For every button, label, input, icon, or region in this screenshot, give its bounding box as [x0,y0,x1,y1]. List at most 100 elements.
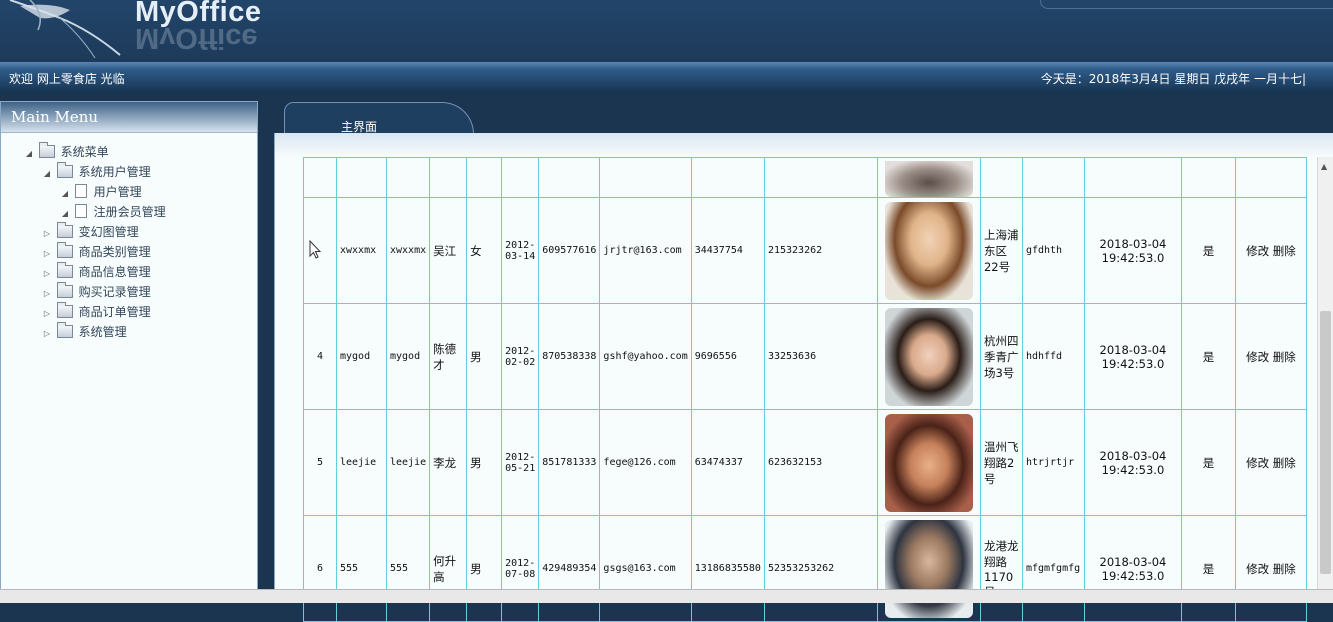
date-text: 今天是：2018年3月4日 星期日 戊戌年 一月十七| [1040,72,1306,86]
cell-username: leejie [336,409,387,516]
delete-link[interactable]: 删除 [1273,350,1296,364]
vertical-scrollbar[interactable]: ▲ ▼ [1317,157,1333,602]
cell-gender: 男 [466,515,503,622]
cell-password: xwxxmx [385,197,431,304]
edit-link[interactable]: 修改 [1246,350,1269,364]
cell-phone: 63474337 [690,409,765,516]
tree-item-system-management[interactable]: ▷ 系统管理 [41,322,127,343]
tree-item-category-management[interactable]: ▷ 商品类别管理 [41,242,151,263]
expand-toggle-icon[interactable]: ▷ [41,225,53,243]
mouse-pointer-icon [309,240,321,259]
cell-name: 吴江 [429,197,468,304]
main-content: xwxxmx xwxxmx 吴江 女 2012-03-14 609577616 … [274,133,1333,622]
scrollbar-thumb[interactable] [1320,311,1331,574]
tab-main[interactable]: 主界面 [284,102,474,134]
cell-mobile: 215323262 [763,197,878,304]
cell-name: 李龙 [429,409,468,516]
cell-qq: 870538338 [538,303,601,410]
delete-link[interactable]: 删除 [1273,244,1296,258]
cell-qq: 429489354 [538,515,601,622]
table-row: 6 555 555 何升高 男 2012-07-08 429489354 gsg… [303,515,1307,622]
expand-toggle-icon[interactable]: ▷ [41,285,53,303]
member-photo [884,413,973,512]
table-row: 4 mygod mygod 陈德才 男 2012-02-02 870538338… [303,303,1307,410]
collapse-toggle-icon[interactable]: ◢ [41,165,53,183]
tree-item-label: 用户管理 [93,185,142,199]
app-logo: MyOffice [135,0,262,28]
tree-item-label: 商品信息管理 [78,265,151,279]
member-table: xwxxmx xwxxmx 吴江 女 2012-03-14 609577616 … [303,157,1307,622]
cell-status: 是 [1180,197,1236,304]
cell-name: 陈德才 [429,303,468,410]
document-icon [74,184,87,198]
cell-address: 杭州四季青广场3号 [979,303,1023,410]
cell-username: xwxxmx [336,197,387,304]
cell-phone: 9696556 [690,303,765,410]
cell-username: mygod [336,303,387,410]
cell-time: 2018-03-04 19:42:53.0 [1083,197,1182,304]
collapse-toggle-icon[interactable]: ◢ [23,145,35,163]
cell-mobile: 33253636 [763,303,878,410]
member-photo [884,307,973,406]
scroll-up-icon[interactable]: ▲ [1321,162,1327,171]
tree-item-system-user-management[interactable]: ◢ 系统用户管理 [41,162,151,183]
tree-item-user-management[interactable]: ◢ 用户管理 [59,183,142,201]
cell-qq: 851781333 [538,409,601,516]
cell-time: 2018-03-04 19:42:53.0 [1083,515,1182,622]
tree-item-product-management[interactable]: ▷ 商品信息管理 [41,262,151,283]
browser-status-bar [0,589,1333,603]
tree-item-system-menu[interactable]: ◢ 系统菜单 [23,142,109,163]
cell-time: 2018-03-04 19:42:53.0 [1083,303,1182,410]
edit-link[interactable]: 修改 [1246,244,1269,258]
edit-link[interactable]: 修改 [1246,456,1269,470]
folder-icon [56,282,73,298]
info-bar: 欢迎 网上零食店 光临 今天是：2018年3月4日 星期日 戊戌年 一月十七| [0,62,1333,92]
cell-password: mygod [385,303,431,410]
tree-item-label: 系统菜单 [60,145,109,159]
cell-status: 是 [1180,409,1236,516]
cell-password: 555 [385,515,431,622]
cell-time: 2018-03-04 19:42:53.0 [1083,409,1182,516]
edit-link[interactable]: 修改 [1246,562,1269,576]
cell-address: 温州飞翔路2号 [979,409,1023,516]
main-menu-header: Main Menu [1,102,257,133]
expand-toggle-icon[interactable]: ▷ [41,245,53,263]
delete-link[interactable]: 删除 [1273,562,1296,576]
document-icon [74,204,87,218]
member-photo [884,201,973,300]
tree-item-label: 系统管理 [78,325,127,339]
content-top-bar [275,133,1333,157]
cell-id: 6 [303,515,337,622]
collapse-toggle-icon: ◢ [61,189,69,198]
tree-item-label: 变幻图管理 [78,225,139,239]
expand-toggle-icon[interactable]: ▷ [41,305,53,323]
folder-icon [56,222,73,238]
cell-id: 4 [303,303,337,410]
tree-item-label: 购买记录管理 [78,285,151,299]
folder-icon [56,242,73,258]
cell-status: 是 [1180,515,1236,622]
cell-note: gfdhth [1021,197,1085,304]
tree-item-banner-management[interactable]: ▷ 变幻图管理 [41,222,139,243]
cell-id: 5 [303,409,337,516]
expand-toggle-icon[interactable]: ▷ [41,325,53,343]
cell-email: gsgs@163.com [599,515,692,622]
cell-name: 何升高 [429,515,468,622]
tree-item-label: 商品订单管理 [78,305,151,319]
tree-item-order-management[interactable]: ▷ 商品订单管理 [41,302,151,323]
tree-item-label: 商品类别管理 [78,245,151,259]
table-row: 5 leejie leejie 李龙 男 2012-05-21 85178133… [303,409,1307,516]
cell-qq: 609577616 [538,197,601,304]
cell-gender: 男 [466,303,503,410]
folder-icon [38,142,55,158]
main-menu-panel: Main Menu ◢ 系统菜单 ◢ 系统用户管理 ◢ 用户管理 ◢ 注册会员管… [0,101,258,596]
cell-birth: 2012-05-21 [501,409,540,516]
tree-item-member-management[interactable]: ◢ 注册会员管理 [59,203,166,221]
cell-gender: 女 [466,197,503,304]
collapse-toggle-icon: ◢ [61,209,69,218]
member-photo [884,161,973,197]
tree-item-purchase-records[interactable]: ▷ 购买记录管理 [41,282,151,303]
expand-toggle-icon[interactable]: ▷ [41,265,53,283]
delete-link[interactable]: 删除 [1273,456,1296,470]
bird-logo-icon [9,0,121,59]
